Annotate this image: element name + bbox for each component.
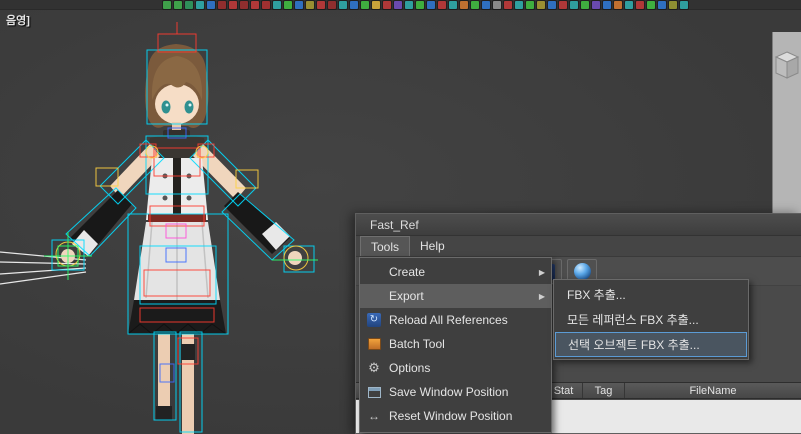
menu-item-batch-tool[interactable]: Batch Tool	[360, 332, 551, 356]
toolbar-icon[interactable]	[669, 1, 677, 9]
menu-item-options[interactable]: Options	[360, 356, 551, 380]
export-submenu: FBX 추출... 모든 레퍼런스 FBX 추출... 선택 오브젝트 FBX …	[553, 279, 749, 360]
toolbar-icon[interactable]	[405, 1, 413, 9]
side-panel	[772, 32, 801, 213]
toolbar-icon[interactable]	[625, 1, 633, 9]
toolbar-icon[interactable]	[526, 1, 534, 9]
toolbar-icon[interactable]	[361, 1, 369, 9]
batch-tool-icon	[365, 336, 383, 352]
menu-item-label: Export	[389, 289, 424, 303]
toolbar-icon[interactable]	[372, 1, 380, 9]
submenu-arrow-icon: ▶	[539, 268, 545, 277]
toolbar-icon[interactable]	[449, 1, 457, 9]
toolbar-icon[interactable]	[636, 1, 644, 9]
toolbar-icon[interactable]	[647, 1, 655, 9]
toolbar-icon[interactable]	[680, 1, 688, 9]
menu-item-label: Reload All References	[389, 313, 508, 327]
menu-item-export[interactable]: Export ▶	[360, 284, 551, 308]
menu-tools[interactable]: Tools	[360, 236, 410, 256]
submenu-item-fbx-export[interactable]: FBX 추출...	[554, 282, 748, 307]
toolbar-icon[interactable]	[416, 1, 424, 9]
menu-item-label: Create	[389, 265, 425, 279]
toolbar-icon[interactable]	[603, 1, 611, 9]
toolbar-icon[interactable]	[658, 1, 666, 9]
toolbar-icon[interactable]	[570, 1, 578, 9]
blank-icon	[365, 288, 383, 304]
submenu-item-selected-object-fbx-export[interactable]: 선택 오브젝트 FBX 추출...	[555, 332, 747, 357]
submenu-item-label: 모든 레퍼런스 FBX 추출...	[567, 311, 699, 328]
blank-icon	[365, 264, 383, 280]
toolbar-icon[interactable]	[592, 1, 600, 9]
toolbar-icon[interactable]	[383, 1, 391, 9]
save-position-icon	[365, 384, 383, 400]
submenu-arrow-icon: ▶	[539, 292, 545, 301]
menu-item-create[interactable]: Create ▶	[360, 260, 551, 284]
toolbar-icon[interactable]	[493, 1, 501, 9]
menu-item-label: Options	[389, 361, 430, 375]
reload-icon	[365, 312, 383, 328]
viewcube-icon[interactable]	[774, 48, 800, 88]
menu-item-label: Save Window Position	[389, 385, 508, 399]
fast-ref-window: Fast_Ref Tools Help Stat Tag FileName C	[355, 213, 801, 434]
menu-item-label: Reset Window Position	[389, 409, 512, 423]
submenu-item-all-references-fbx-export[interactable]: 모든 레퍼런스 FBX 추출...	[554, 307, 748, 332]
reset-position-icon	[365, 408, 383, 424]
toolbar-icon[interactable]	[482, 1, 490, 9]
window-menubar: Tools Help	[356, 236, 801, 257]
column-header-filename[interactable]: FileName	[624, 383, 801, 398]
window-titlebar[interactable]: Fast_Ref	[356, 214, 801, 236]
toolbar-icon[interactable]	[581, 1, 589, 9]
toolbar-icon[interactable]	[515, 1, 523, 9]
menu-item-reload-all-references[interactable]: Reload All References	[360, 308, 551, 332]
menu-item-save-window-position[interactable]: Save Window Position	[360, 380, 551, 404]
column-header-tag[interactable]: Tag	[582, 383, 624, 398]
gear-icon	[365, 360, 383, 376]
tools-dropdown-menu: Create ▶ Export ▶ Reload All References …	[359, 257, 552, 433]
menu-help[interactable]: Help	[410, 236, 455, 256]
viewport-character-model[interactable]	[0, 8, 360, 434]
submenu-item-label: 선택 오브젝트 FBX 추출...	[568, 336, 700, 353]
toolbar-icon[interactable]	[427, 1, 435, 9]
toolbar-icon[interactable]	[559, 1, 567, 9]
toolbar-icon[interactable]	[504, 1, 512, 9]
menu-item-label: Batch Tool	[389, 337, 445, 351]
toolbar-icon[interactable]	[614, 1, 622, 9]
sphere-icon	[574, 263, 591, 280]
toolbar-icon[interactable]	[438, 1, 446, 9]
toolbar-icon[interactable]	[394, 1, 402, 9]
application-screen: 음영]	[0, 0, 801, 434]
menu-item-reset-window-position[interactable]: Reset Window Position	[360, 404, 551, 428]
toolbar-icon[interactable]	[537, 1, 545, 9]
toolbar-icon[interactable]	[460, 1, 468, 9]
window-title: Fast_Ref	[370, 218, 419, 232]
submenu-item-label: FBX 추출...	[567, 286, 626, 303]
toolbar-icon[interactable]	[548, 1, 556, 9]
toolbar-icon[interactable]	[471, 1, 479, 9]
